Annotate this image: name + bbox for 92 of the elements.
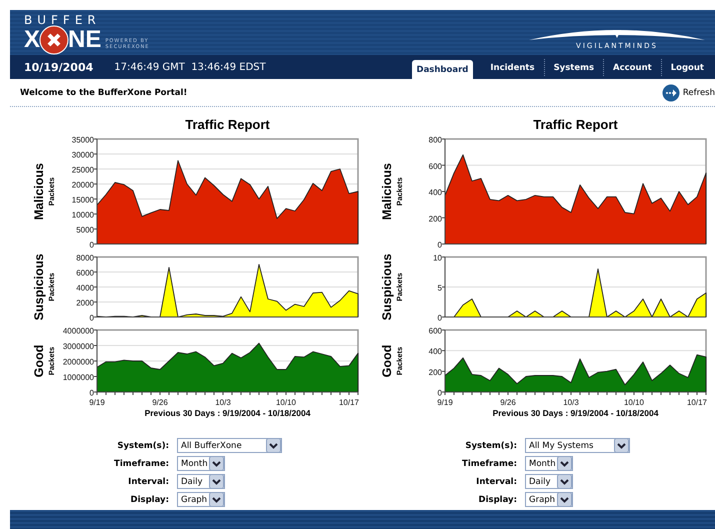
y-axis (94, 330, 98, 392)
axis-tick-label: 3000000 (62, 342, 94, 351)
dropdown[interactable]: Month (177, 456, 225, 471)
axis-title: Malicious (32, 163, 46, 220)
logo-wordmark: NE (68, 28, 102, 52)
field-label: Interval: (128, 476, 169, 486)
axis-tick-label: 0 (90, 314, 94, 322)
axis-tick-label: 2000 (76, 298, 94, 308)
caret-icon (557, 492, 572, 507)
caret-icon (266, 438, 281, 453)
axis-tick-label: 200 (428, 214, 442, 224)
caret-icon (557, 456, 572, 471)
caret-icon (209, 492, 224, 507)
axis-tick-label: 0 (438, 314, 442, 322)
field-label: Timeframe: (462, 458, 517, 468)
y-axis (442, 256, 446, 318)
axis-tick-label: 1000000 (62, 373, 94, 382)
date-range-caption: Previous 30 Days : 9/19/2004 - 10/18/2004 (492, 408, 658, 418)
y-axis (94, 256, 98, 318)
field-label: System(s): (465, 440, 517, 450)
axis-tick-label: 10/3 (215, 398, 231, 407)
dropdown[interactable]: Graph (525, 492, 573, 507)
axis-title: Good (32, 344, 46, 378)
refresh-button[interactable]: Refresh (662, 84, 715, 102)
dropdown[interactable]: All BufferXone (177, 438, 282, 453)
nav-tab[interactable]: Logout (660, 59, 713, 76)
axis-tick-label: 20000 (72, 180, 94, 190)
y-axis (442, 330, 446, 392)
axis-tick-label: 800 (428, 136, 442, 144)
field-label: Interval: (476, 476, 517, 486)
current-date: 10/19/2004 (24, 60, 94, 74)
chart-title: Traffic Report (533, 117, 618, 132)
arrow-circle-icon (662, 84, 680, 102)
axis-tick-label: 400 (428, 188, 442, 197)
axis-tick-label: 15000 (72, 196, 94, 204)
axis-title: Suspicious (32, 254, 46, 320)
dropdown[interactable]: Daily (177, 474, 225, 489)
axis-tick-label: 600 (428, 162, 442, 171)
axis-tick-label: 10/10 (624, 398, 644, 407)
axis-tick-label: 400 (428, 347, 442, 356)
caret-icon (614, 438, 629, 453)
axis-tick-label: 35000 (72, 136, 94, 144)
axis-tick-label: 600 (428, 326, 442, 336)
axis-tick-label: 200 (428, 368, 442, 377)
current-time: 17:46:49 GMT 13:46:49 EDST (114, 62, 266, 72)
axis-tick-label: 30000 (72, 150, 94, 160)
axis-tick-label: 10/10 (276, 398, 296, 407)
axis-tick-label: 10000 (72, 210, 94, 220)
dropdown[interactable]: Graph (177, 492, 225, 507)
axis-tick-label: 0 (438, 240, 442, 250)
date-range-caption: Previous 30 Days : 9/19/2004 - 10/18/2004 (144, 408, 310, 418)
welcome-message: Welcome to the BufferXone Portal! (20, 88, 188, 98)
axis-tick-label: 4000 (76, 284, 94, 292)
field-label: Display: (130, 494, 169, 504)
axis-title: Good (380, 344, 394, 378)
axis-tick-label: 6000 (76, 268, 94, 278)
logo-wordmark: X (24, 28, 40, 52)
axis-tick-label: 0 (90, 240, 94, 250)
axis-tick-label: 25000 (72, 166, 94, 174)
field-label: Timeframe: (114, 458, 169, 468)
logo-x-circle-icon (39, 25, 70, 55)
field-label: System(s): (117, 440, 169, 450)
axis-tick-label: 2000000 (62, 358, 94, 366)
logo-wordmark: BUFFER (24, 14, 102, 27)
axis-tick-label: 9/19 (437, 398, 453, 407)
axis-title: Malicious (380, 163, 394, 220)
axis-tick-label: 9/26 (500, 398, 516, 407)
dropdown[interactable]: All My Systems (525, 438, 630, 453)
caret-icon (209, 456, 224, 471)
axis-tick-label: 10/3 (563, 398, 579, 407)
nav-tab[interactable]: Account (603, 59, 661, 76)
nav-tab[interactable]: Systems (544, 59, 604, 76)
nav-tab[interactable]: Dashboard (412, 60, 474, 79)
caret-icon (557, 474, 572, 489)
dropdown[interactable]: Month (525, 456, 573, 471)
axis-tick-label: 9/26 (152, 398, 168, 407)
axis-tick-label: 0 (90, 388, 94, 398)
axis-tick-label: 9/19 (89, 398, 105, 407)
axis-tick-label: 10/17 (338, 398, 360, 407)
axis-tick-label: 10/17 (686, 398, 708, 407)
chart-title: Traffic Report (185, 117, 270, 132)
axis-tick-label: 5 (438, 284, 442, 292)
field-label: Display: (478, 494, 517, 504)
caret-icon (209, 474, 224, 489)
axis-tick-label: 4000000 (62, 326, 94, 336)
axis-tick-label: 10 (433, 254, 442, 262)
axis-tick-label: 8000 (76, 254, 94, 262)
axis-tick-label: 0 (438, 388, 442, 398)
dropdown[interactable]: Daily (525, 474, 573, 489)
nav-tab[interactable]: Incidents (481, 59, 544, 76)
axis-title: Suspicious (380, 254, 394, 320)
axis-tick-label: 5000 (76, 226, 94, 234)
